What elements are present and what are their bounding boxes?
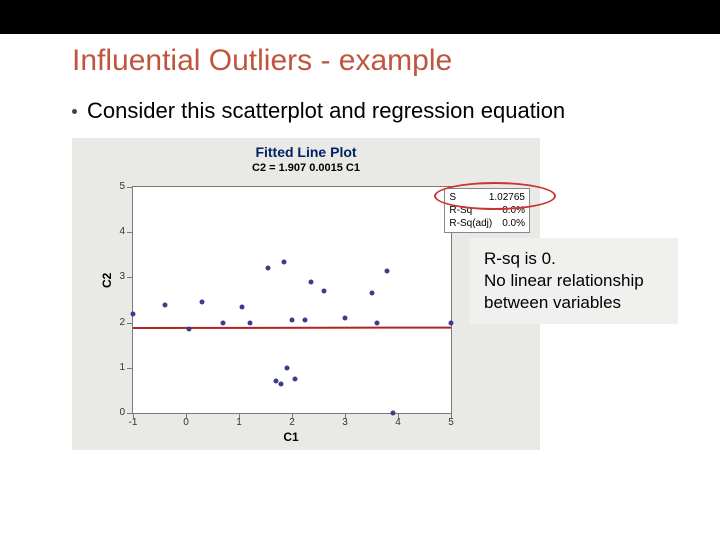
plot-titles: Fitted Line Plot C2 = 1.907 0.0015 C1 <box>72 144 540 174</box>
x-axis-label: C1 <box>132 430 450 444</box>
slide-title: Influential Outliers - example <box>72 44 720 78</box>
data-point <box>290 318 295 323</box>
y-tick <box>127 413 132 414</box>
x-tick-label: 4 <box>388 417 408 428</box>
data-point <box>279 381 284 386</box>
data-point <box>199 300 204 305</box>
data-point <box>374 320 379 325</box>
data-point <box>239 304 244 309</box>
stat-rsqa-label: R-Sq(adj) <box>449 217 492 230</box>
x-tick-label: 2 <box>282 417 302 428</box>
stat-rsqa-value: 0.0% <box>502 217 525 230</box>
data-point <box>162 302 167 307</box>
highlight-oval <box>434 182 556 210</box>
plot-title-main: Fitted Line Plot <box>72 144 540 160</box>
x-tick-label: 1 <box>229 417 249 428</box>
y-tick <box>127 368 132 369</box>
data-point <box>369 291 374 296</box>
data-point <box>343 316 348 321</box>
data-point <box>321 288 326 293</box>
data-point <box>449 320 454 325</box>
bullet-line: Consider this scatterplot and regression… <box>72 98 720 124</box>
y-tick <box>127 323 132 324</box>
data-point <box>247 320 252 325</box>
y-tick <box>127 232 132 233</box>
plot-title-sub: C2 = 1.907 0.0015 C1 <box>72 162 540 174</box>
x-tick-label: 3 <box>335 417 355 428</box>
data-point <box>274 379 279 384</box>
y-tick-label: 4 <box>101 226 125 237</box>
data-point <box>282 259 287 264</box>
data-point <box>221 320 226 325</box>
x-tick-label: -1 <box>123 417 143 428</box>
y-tick-label: 2 <box>101 317 125 328</box>
y-tick-label: 0 <box>101 407 125 418</box>
y-tick <box>127 277 132 278</box>
callout: R-sq is 0. No linear relationship betwee… <box>470 238 678 324</box>
bullet-dot <box>72 109 77 114</box>
callout-line-2: No linear relationship <box>484 270 664 292</box>
data-point <box>390 411 395 416</box>
y-tick <box>127 187 132 188</box>
x-tick-label: 5 <box>441 417 461 428</box>
data-point <box>284 365 289 370</box>
chart-box: 012345-1012345 <box>132 186 452 414</box>
figure: Fitted Line Plot C2 = 1.907 0.0015 C1 C2… <box>72 138 642 450</box>
data-point <box>303 318 308 323</box>
data-point <box>308 279 313 284</box>
data-point <box>131 311 136 316</box>
x-tick-label: 0 <box>176 417 196 428</box>
data-point <box>385 268 390 273</box>
y-tick-label: 5 <box>101 181 125 192</box>
y-tick-label: 1 <box>101 362 125 373</box>
callout-line-1: R-sq is 0. <box>484 248 664 270</box>
data-point <box>292 377 297 382</box>
data-point <box>186 327 191 332</box>
regression-line <box>133 326 451 328</box>
top-bar <box>0 0 720 34</box>
callout-line-3: between variables <box>484 292 664 314</box>
bullet-text: Consider this scatterplot and regression… <box>87 98 565 124</box>
y-tick-label: 3 <box>101 271 125 282</box>
stat-rsqa-row: R-Sq(adj) 0.0% <box>449 217 525 230</box>
data-point <box>266 266 271 271</box>
